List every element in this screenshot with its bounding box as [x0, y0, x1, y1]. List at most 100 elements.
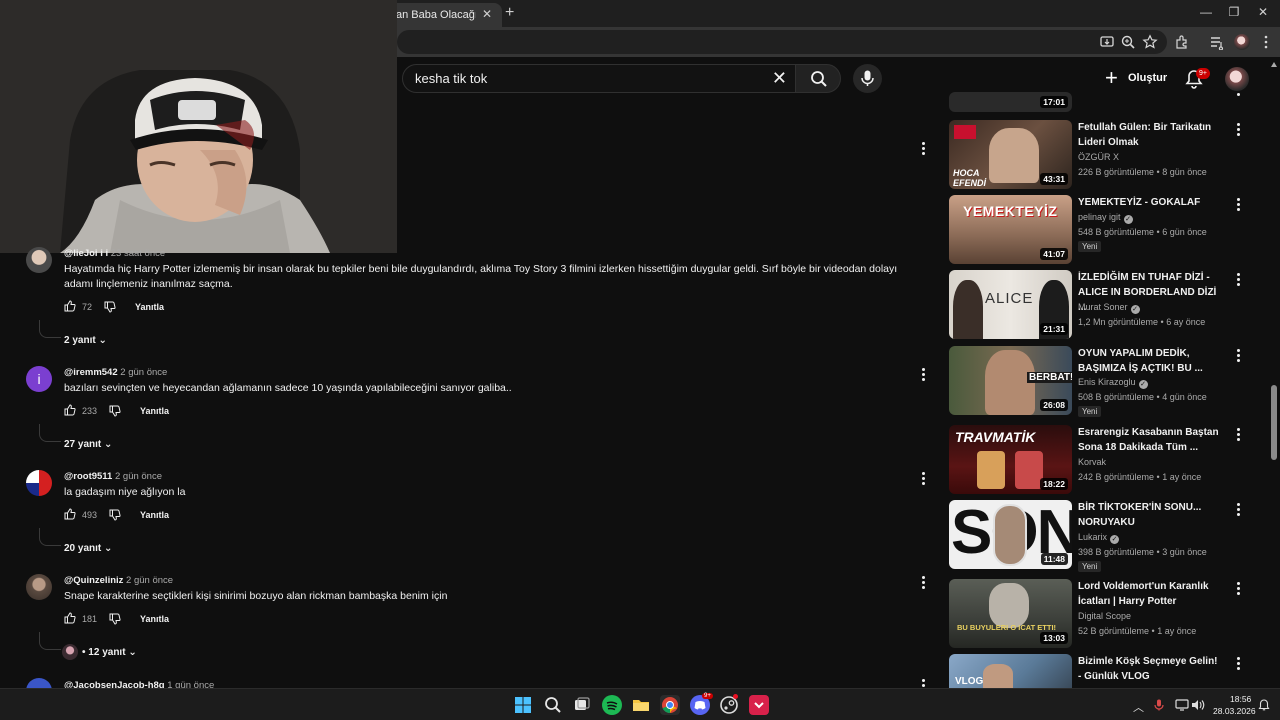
channel-name[interactable]: Murat Soner ✓ [1078, 302, 1140, 314]
file-explorer-app[interactable] [631, 695, 651, 715]
view-replies-button[interactable]: 27 yanıt ⌄ [64, 439, 112, 450]
chrome-app[interactable] [660, 695, 680, 715]
video-menu-icon[interactable] [1235, 348, 1241, 364]
like-icon[interactable] [64, 612, 76, 624]
reply-button[interactable]: Yanıtla [140, 614, 169, 624]
video-title[interactable]: Bizimle Köşk Seçmeye Gelin! - Günlük VLO… [1078, 654, 1223, 684]
video-thumbnail[interactable]: SON 11:48 [949, 500, 1072, 569]
notification-center-icon[interactable] [1258, 699, 1270, 711]
comment-author[interactable]: @iremm542 2 gün önce [64, 367, 167, 378]
video-thumbnail[interactable]: VLOG [949, 654, 1072, 688]
like-icon[interactable] [64, 508, 76, 520]
video-thumbnail[interactable]: BU BUYULERI O ICAT ETTI! 13:03 [949, 579, 1072, 648]
channel-name[interactable]: pelinay igit ✓ [1078, 212, 1133, 224]
dislike-icon[interactable] [104, 301, 116, 313]
commenter-avatar[interactable] [26, 574, 52, 600]
microphone-icon[interactable] [1154, 699, 1164, 711]
clock-time[interactable]: 18:56 [1230, 694, 1251, 704]
task-view-icon [575, 697, 590, 710]
maximize-button[interactable]: ❐ [1226, 5, 1242, 19]
address-bar[interactable] [397, 30, 1167, 54]
clear-search-icon[interactable]: ✕ [772, 68, 787, 89]
close-window-button[interactable]: ✕ [1255, 5, 1271, 19]
media-controls-icon[interactable] [1209, 34, 1225, 50]
video-title[interactable]: YEMEKTEYİZ - GOKALAF [1078, 195, 1223, 210]
volume-icon[interactable] [1191, 699, 1205, 711]
view-replies-button[interactable]: 2 yanıt ⌄ [64, 335, 107, 346]
video-thumbnail[interactable]: ALICE 21:31 [949, 270, 1072, 339]
video-menu-icon[interactable] [1235, 581, 1241, 597]
reply-button[interactable]: Yanıtla [140, 406, 169, 416]
like-icon[interactable] [64, 404, 76, 416]
dislike-icon[interactable] [109, 509, 121, 521]
comment-author[interactable]: @Quinzeliniz 2 gün önce [64, 575, 173, 586]
voice-search-button[interactable] [853, 64, 882, 93]
search-button[interactable] [795, 64, 841, 93]
video-title[interactable]: Lord Voldemort'un Karanlık İcatları | Ha… [1078, 579, 1223, 609]
account-avatar[interactable] [1225, 67, 1249, 91]
video-menu-icon[interactable] [1235, 197, 1241, 213]
video-thumbnail[interactable]: YEMEKTEYİZ 41:07 [949, 195, 1072, 264]
browser-tab-active[interactable]: an Baba Olacağını Açı ✕ [380, 3, 502, 27]
video-thumbnail[interactable]: HOCA EFENDİ 43:31 [949, 120, 1072, 189]
view-replies-button[interactable]: 20 yanıt ⌄ [64, 543, 112, 554]
dislike-icon[interactable] [109, 405, 121, 417]
comment-menu-icon[interactable] [920, 471, 926, 487]
minimize-button[interactable]: — [1198, 5, 1214, 19]
video-menu-icon[interactable] [1235, 502, 1241, 518]
comment-author[interactable]: @root9511 2 gün önce [64, 471, 162, 482]
spotify-app[interactable] [602, 695, 622, 715]
video-menu-icon[interactable] [1235, 92, 1241, 102]
pocket-app[interactable] [749, 695, 769, 715]
comment-time: 2 gün önce [126, 575, 174, 586]
channel-name[interactable]: Digital Scope [1078, 611, 1131, 621]
video-menu-icon[interactable] [1235, 272, 1241, 288]
browser-menu-icon[interactable] [1258, 34, 1274, 50]
channel-name[interactable]: Lukarix ✓ [1078, 532, 1120, 544]
page-scrollbar[interactable] [1271, 385, 1277, 460]
like-icon[interactable] [64, 300, 76, 312]
start-button[interactable] [513, 695, 533, 715]
video-menu-icon[interactable] [1235, 427, 1241, 443]
scroll-up-arrow-icon[interactable] [1271, 62, 1277, 67]
taskbar-search-button[interactable] [543, 695, 563, 715]
dislike-icon[interactable] [109, 613, 121, 625]
view-replies-button[interactable]: • 12 yanıt ⌄ [82, 647, 137, 658]
channel-name[interactable]: Enis Kirazoglu ✓ [1078, 377, 1148, 389]
like-count: 233 [82, 406, 98, 416]
video-title[interactable]: BİR TİKTOKER'İN SONU... NORUYAKU [1078, 500, 1223, 530]
reply-button[interactable]: Yanıtla [140, 510, 169, 520]
commenter-avatar[interactable] [26, 470, 52, 496]
video-thumbnail-partial[interactable]: 17:01 [949, 92, 1072, 112]
network-icon[interactable] [1175, 699, 1189, 711]
channel-name[interactable]: Korvak [1078, 457, 1106, 467]
search-input[interactable]: kesha tik tok ✕ [402, 64, 796, 93]
comment-menu-icon[interactable] [920, 141, 926, 157]
tab-close-icon[interactable]: ✕ [482, 7, 492, 21]
extensions-icon[interactable] [1174, 34, 1190, 50]
commenter-avatar[interactable] [26, 247, 52, 273]
comment-author[interactable]: @lieJoi i i 23 saat önce [64, 248, 165, 259]
commenter-avatar[interactable]: i [26, 366, 52, 392]
video-title[interactable]: Esrarengiz Kasabanın Baştan Sona 18 Daki… [1078, 425, 1223, 455]
bookmark-star-icon[interactable] [1142, 34, 1158, 50]
new-tab-button[interactable]: + [505, 4, 519, 22]
profile-avatar[interactable] [1234, 34, 1250, 50]
clock-date[interactable]: 28.03.2026 [1213, 706, 1256, 716]
tray-overflow-icon[interactable]: ︿ [1133, 699, 1144, 715]
reply-button[interactable]: Yanıtla [135, 302, 164, 312]
thumbnail-caption: BU BUYULERI O ICAT ETTI! [957, 623, 1057, 632]
comment-menu-icon[interactable] [920, 367, 926, 383]
channel-name[interactable]: ÖZGÜR X [1078, 152, 1119, 162]
comment-menu-icon[interactable] [920, 575, 926, 591]
video-title[interactable]: OYUN YAPALIM DEDİK, BAŞIMIZA İŞ AÇTIK! B… [1078, 346, 1223, 376]
video-menu-icon[interactable] [1235, 656, 1241, 672]
task-view-button[interactable] [572, 695, 592, 715]
video-title[interactable]: Fetullah Gülen: Bir Tarikatın Lideri Olm… [1078, 120, 1223, 150]
video-thumbnail[interactable]: TRAVMATİK 18:22 [949, 425, 1072, 494]
video-thumbnail[interactable]: BERBAT! 26:08 [949, 346, 1072, 415]
video-menu-icon[interactable] [1235, 122, 1241, 138]
create-button[interactable]: + Oluştur [1101, 66, 1171, 92]
install-app-icon[interactable] [1099, 34, 1115, 50]
zoom-icon[interactable] [1120, 34, 1136, 50]
